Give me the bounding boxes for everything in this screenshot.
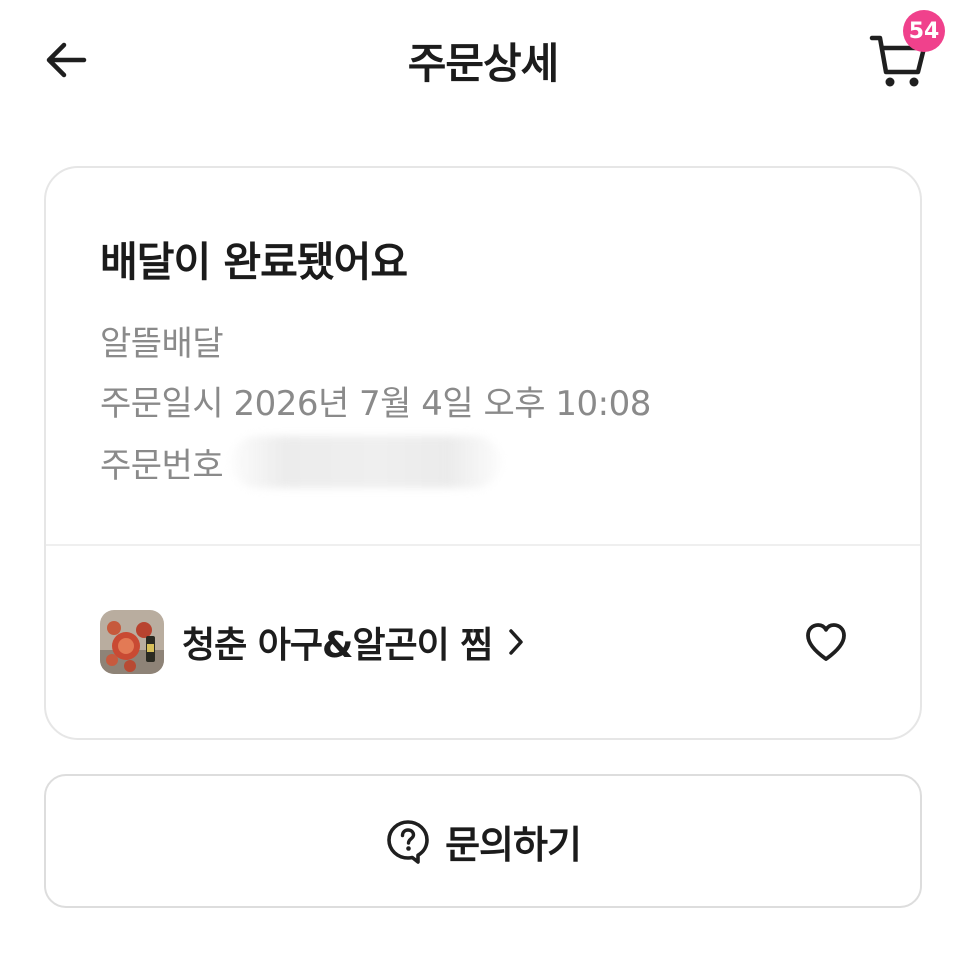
header-bar: 주문상세 54 — [0, 0, 966, 118]
favorite-button[interactable] — [802, 618, 850, 666]
chevron-right-icon — [506, 625, 528, 659]
order-summary-card: 배달이 완료됐어요 알뜰배달 주문일시 2026년 7월 4일 오후 10:08… — [44, 166, 922, 740]
inquiry-button-label: 문의하기 — [445, 822, 582, 867]
order-date-label: 주문일시 — [100, 384, 224, 424]
store-name: 청춘 아구&알곤이 찜 — [182, 625, 493, 666]
card-divider — [46, 544, 920, 546]
heart-icon — [806, 623, 846, 661]
inquiry-button[interactable]: 문의하기 — [44, 774, 922, 908]
delivery-type: 알뜰배달 — [100, 324, 224, 364]
page-title: 주문상세 — [407, 39, 560, 88]
order-status-title: 배달이 완료됐어요 — [100, 238, 408, 286]
store-link[interactable]: 청춘 아구&알곤이 찜 — [100, 608, 860, 676]
order-date-value: 2026년 7월 4일 오후 10:08 — [233, 384, 651, 424]
order-number-redacted — [231, 436, 502, 488]
cart-count-badge: 54 — [903, 10, 945, 52]
store-thumbnail — [100, 610, 164, 674]
question-bubble-icon — [387, 820, 429, 864]
order-date-row: 주문일시 2026년 7월 4일 오후 10:08 — [100, 376, 651, 425]
order-number-label: 주문번호 — [100, 445, 224, 486]
order-number-row: 주문번호 — [100, 436, 502, 488]
